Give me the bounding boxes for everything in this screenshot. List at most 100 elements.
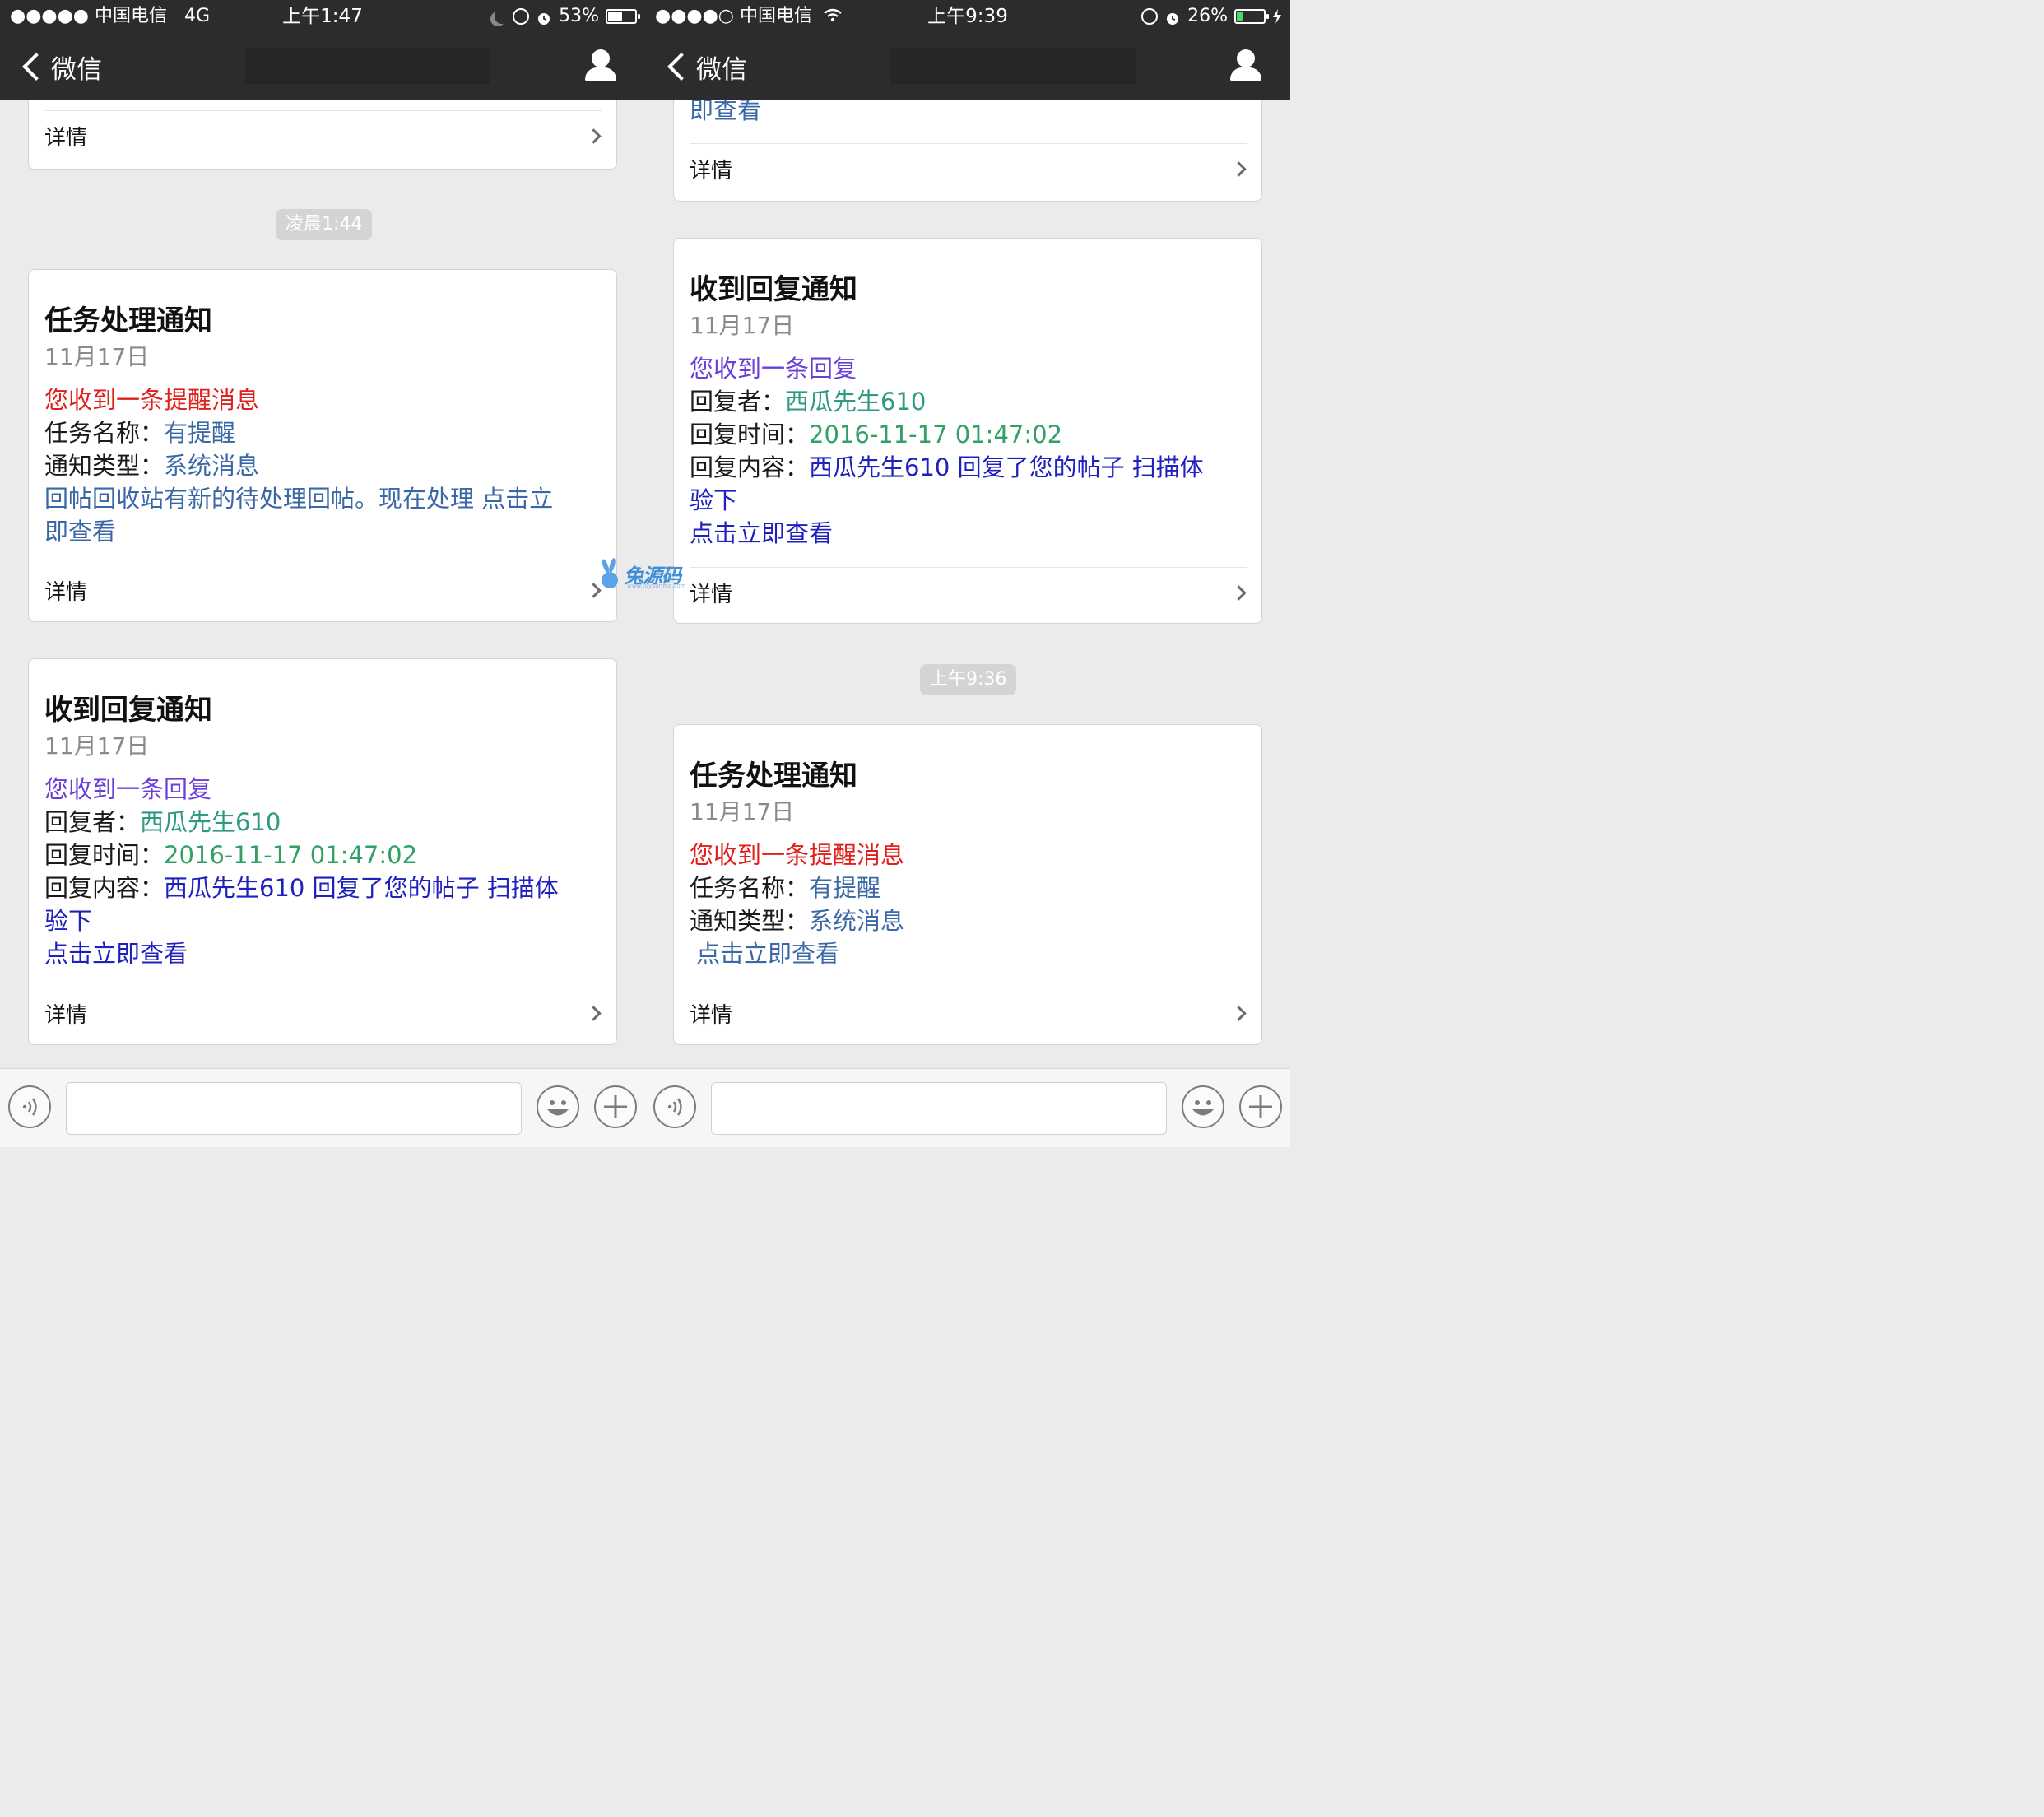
battery-icon [606,9,640,24]
card-title: 任务处理通知 [44,304,212,337]
moon-icon [490,8,506,25]
voice-button[interactable] [653,1085,696,1128]
message-input[interactable] [711,1082,1167,1135]
replier-label: 回复者： [44,808,141,836]
reply-content-value: 西瓜先生610 回复了您的帖子 扫描体 [809,453,1204,481]
task-name-line: 任务名称：有提醒 [690,871,1246,904]
plus-button[interactable] [594,1085,637,1128]
rotation-lock-icon [513,8,530,25]
emoji-button[interactable] [1182,1085,1224,1128]
details-row[interactable]: 详情 [44,107,602,165]
plus-button[interactable] [1239,1085,1282,1128]
card-date: 11月17日 [690,312,795,339]
back-label: 微信 [51,54,102,85]
alarm-icon [536,8,552,25]
bunny-icon [602,558,618,588]
notice-type-line: 通知类型：系统消息 [44,449,601,482]
emoji-button[interactable] [537,1085,579,1128]
nav-bar: 微信 [645,33,1290,100]
intro-line: 您收到一条回复 [44,775,212,803]
person-icon[interactable] [584,49,617,82]
details-row[interactable]: 详情 [44,984,602,1042]
card-date: 11月17日 [44,343,150,370]
notice-type-value: 系统消息 [164,452,260,480]
replier-value: 西瓜先生610 [785,388,927,416]
reply-time-value: 2016-11-17 01:47:02 [809,421,1063,448]
reply-notification-card[interactable]: 收到回复通知 11月17日 您收到一条回复 回复者：西瓜先生610 回复时间：2… [673,238,1262,624]
notice-type-label: 通知类型： [690,907,810,935]
reply-content-line: 回复内容：西瓜先生610 回复了您的帖子 扫描体 [690,451,1246,484]
chevron-right-icon [586,128,602,144]
details-label: 详情 [44,125,88,151]
voice-button[interactable] [8,1085,51,1128]
person-icon[interactable] [1229,49,1262,82]
reply-time-label: 回复时间： [690,421,810,448]
message-input[interactable] [66,1082,522,1135]
nav-bar: 微信 [0,33,645,100]
back-label: 微信 [696,54,747,85]
reply-content-line-2: 验下 [690,486,738,514]
phone-screen-right: ●●●●○ 中国电信 上午9:39 26% 微信 即查看 详情 收到回复通知 1… [645,0,1290,1147]
reply-content-line-2: 验下 [44,907,93,935]
task-name-line: 任务名称：有提醒 [44,416,601,449]
intro-line: 您收到一条提醒消息 [690,841,905,869]
reply-content-line: 回复内容：西瓜先生610 回复了您的帖子 扫描体 [44,871,601,904]
chevron-right-icon [1231,584,1247,601]
details-label: 详情 [44,579,88,605]
card-title: 任务处理通知 [690,760,857,792]
emoji-icon [1192,1100,1214,1116]
status-bar: ●●●●○ 中国电信 上午9:39 26% [645,0,1290,33]
details-row[interactable]: 详情 [690,984,1247,1042]
charging-icon [1273,9,1281,24]
page-title-redacted [245,48,490,84]
watermark-url: www.tuyuanma.com [627,583,686,589]
message-card-partial: 即查看 详情 [673,82,1262,202]
chevron-left-icon [22,53,50,81]
back-button[interactable]: 微信 [665,48,747,86]
chevron-right-icon [1231,1005,1247,1021]
plus-icon [1249,1095,1272,1118]
chat-input-bar [645,1068,1290,1147]
card-date: 11月17日 [44,732,150,760]
back-button[interactable]: 微信 [20,48,102,86]
view-now-link[interactable]: 点击立即查看 [696,937,1246,970]
replier-line: 回复者：西瓜先生610 [690,385,1246,418]
details-row[interactable]: 详情 [690,140,1247,198]
watermark-logo: 兔源码 www.tuyuanma.com [597,555,704,592]
battery-icon [1234,9,1269,24]
task-name-value: 有提醒 [809,874,881,902]
replier-line: 回复者：西瓜先生610 [44,806,601,839]
plus-icon [604,1095,627,1118]
reply-notification-card[interactable]: 收到回复通知 11月17日 您收到一条回复 回复者：西瓜先生610 回复时间：2… [28,658,617,1045]
replier-label: 回复者： [690,388,786,416]
card-title: 收到回复通知 [690,273,857,306]
intro-line: 您收到一条提醒消息 [44,386,260,414]
view-now-link[interactable]: 点击立即查看 [44,937,601,970]
status-right-group: 53% [490,3,640,30]
phone-screen-left: ●●●●● 中国电信 4G 上午1:47 53% 微信 详情 凌晨1:44 任务… [0,0,645,1147]
voice-icon [667,1098,682,1116]
time-badge: 上午9:36 [920,664,1017,695]
remark-line-2: 即查看 [44,518,117,546]
status-right-group: 26% [1141,3,1282,30]
task-name-value: 有提醒 [164,419,236,447]
notice-type-value: 系统消息 [809,907,905,935]
page-title-redacted [890,48,1136,84]
remark-line-1: 回帖回收站有新的待处理回帖。现在处理 点击立 [44,485,554,513]
view-now-link[interactable]: 点击立即查看 [690,517,1246,550]
voice-icon [22,1098,37,1116]
chevron-right-icon [586,1005,602,1021]
reply-time-label: 回复时间： [44,841,165,869]
card-title: 收到回复通知 [44,694,212,727]
battery-percent: 26% [1187,6,1228,26]
details-row[interactable]: 详情 [690,564,1247,621]
details-row[interactable]: 详情 [44,561,602,619]
status-bar: ●●●●● 中国电信 4G 上午1:47 53% [0,0,645,33]
notice-type-label: 通知类型： [44,452,165,480]
reply-time-line: 回复时间：2016-11-17 01:47:02 [44,839,601,871]
task-name-label: 任务名称： [690,874,810,902]
card-date: 11月17日 [690,798,795,825]
intro-line: 您收到一条回复 [690,355,857,383]
task-notification-card[interactable]: 任务处理通知 11月17日 您收到一条提醒消息 任务名称：有提醒 通知类型：系统… [673,724,1262,1045]
task-notification-card[interactable]: 任务处理通知 11月17日 您收到一条提醒消息 任务名称：有提醒 通知类型：系统… [28,269,617,622]
